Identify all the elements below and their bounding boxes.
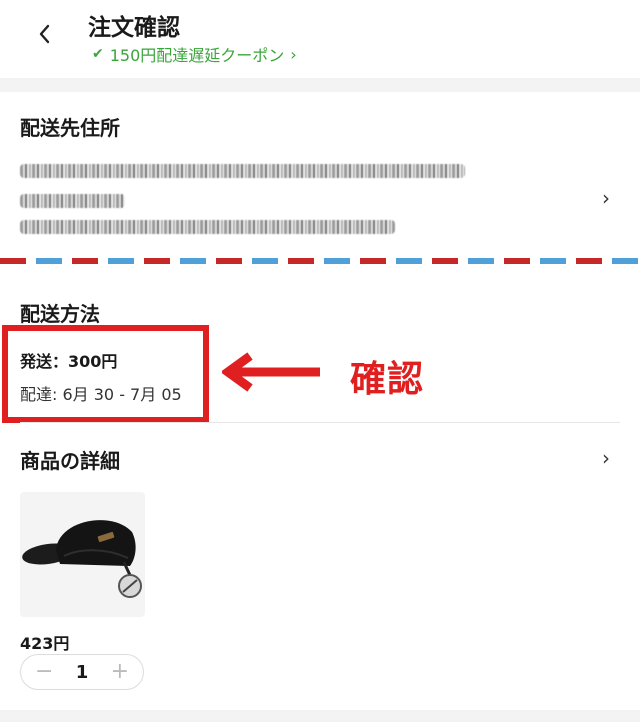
chevron-right-icon: › — [290, 44, 297, 64]
redacted-address-line — [20, 220, 395, 234]
coupon-link[interactable]: ✔ 150円配達遅延クーポン › — [92, 42, 297, 66]
redacted-address-line — [20, 164, 465, 178]
product-section-title: 商品の詳細 — [20, 449, 120, 473]
chevron-right-icon: › — [602, 186, 610, 210]
highlight-box — [2, 325, 209, 423]
arrow-left-icon — [222, 352, 320, 392]
page-title: 注文確認 — [88, 15, 180, 41]
chevron-right-icon[interactable]: › — [602, 446, 610, 470]
quantity-stepper: − 1 + — [20, 654, 144, 690]
delivery-date: 配達: 6月 30 - 7月 05 — [20, 385, 182, 404]
check-icon: ✔ — [92, 46, 104, 62]
product-image[interactable] — [20, 492, 145, 617]
annotation-label: 確認 — [350, 359, 425, 400]
divider — [20, 422, 620, 423]
section-divider — [0, 710, 640, 722]
header-bar: 注文確認 ✔ 150円配達遅延クーポン › — [0, 0, 640, 78]
shipping-fee: 発送：300円 — [20, 352, 118, 371]
redacted-address-line — [20, 194, 125, 208]
cap-icon — [22, 520, 142, 598]
address-row[interactable]: › — [20, 158, 620, 246]
airmail-border — [0, 258, 640, 264]
section-divider — [0, 78, 640, 92]
chevron-left-icon — [39, 24, 50, 44]
shipping-section-title: 配送方法 — [20, 302, 100, 326]
address-section-title: 配送先住所 — [20, 116, 120, 140]
quantity-value: 1 — [75, 661, 89, 683]
product-price: 423円 — [20, 634, 70, 653]
coupon-label: 150円配達遅延クーポン — [109, 46, 285, 65]
back-button[interactable] — [30, 18, 58, 50]
increment-button[interactable]: + — [111, 661, 129, 683]
decrement-button[interactable]: − — [35, 661, 53, 683]
